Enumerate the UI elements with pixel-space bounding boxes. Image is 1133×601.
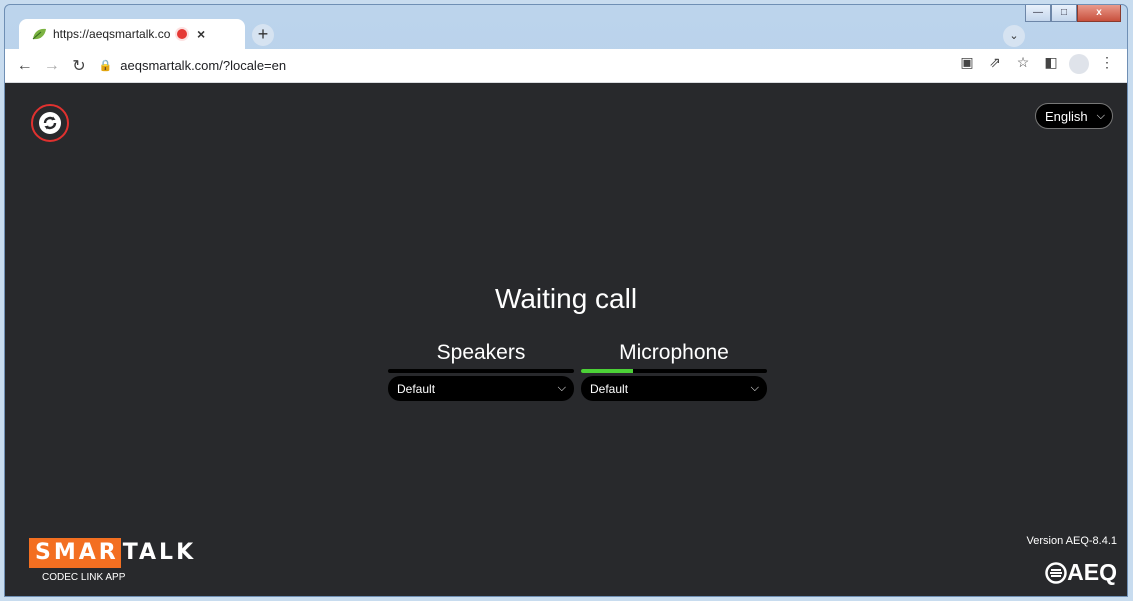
refresh-button[interactable] (31, 104, 69, 142)
leaf-favicon-icon (32, 28, 46, 40)
aeq-logo: AEQ (1045, 559, 1117, 586)
speakers-select[interactable]: Default ⌵ (388, 376, 574, 401)
chevron-down-icon: ⌵ (557, 382, 566, 394)
reload-icon[interactable]: ↻ (65, 56, 92, 76)
call-status-text: Waiting call (494, 283, 638, 314)
url-text: aeqsmartalk.com/?locale=en (120, 58, 287, 73)
side-panel-icon[interactable]: ◧ (1037, 54, 1065, 77)
new-tab-button[interactable]: + (252, 24, 274, 46)
browser-tab[interactable]: https://aeqsmartalk.com/?lo × (19, 19, 245, 49)
recording-indicator-icon (177, 29, 187, 39)
chevron-down-icon: ⌵ (750, 382, 759, 394)
version-text: Version AEQ-8.4.1 (1026, 535, 1118, 547)
share-icon[interactable]: ⇗ (981, 54, 1009, 77)
menu-kebab-icon[interactable]: ⋮ (1093, 54, 1121, 77)
microphone-select-value: Default (590, 381, 629, 396)
tab-close-icon[interactable]: × (197, 26, 205, 42)
tab-strip: https://aeqsmartalk.com/?lo × + ⌄ — □ x (5, 5, 1127, 49)
aeq-text: AEQ (1067, 559, 1117, 585)
aeq-emblem-icon (1045, 561, 1067, 584)
language-value: English (1045, 108, 1088, 124)
speakers-select-value: Default (397, 381, 436, 396)
tab-search-button[interactable]: ⌄ (1003, 25, 1025, 47)
language-select[interactable]: English ⌵ (1035, 103, 1113, 129)
minimize-button[interactable]: — (1025, 5, 1051, 22)
microphone-panel: Microphone Default ⌵ (581, 341, 767, 401)
browser-window: https://aeqsmartalk.com/?lo × + ⌄ — □ x … (4, 4, 1128, 597)
address-bar[interactable]: 🔒 aeqsmartalk.com/?locale=en (99, 52, 953, 80)
close-window-button[interactable]: x (1077, 5, 1121, 22)
camera-icon[interactable]: ▣ (953, 54, 981, 77)
logo-talk: TALK (122, 540, 197, 565)
bookmark-star-icon[interactable]: ☆ (1009, 54, 1037, 77)
app-content: English ⌵ Waiting call Speakers Default … (5, 83, 1127, 596)
microphone-level-meter (581, 369, 767, 373)
logo-tagline: CODEC LINK APP (42, 572, 126, 583)
speakers-label: Speakers (436, 341, 526, 364)
toolbar-icons: ▣ ⇗ ☆ ◧ ⋮ (953, 54, 1121, 77)
microphone-label: Microphone (619, 341, 729, 364)
chevron-down-icon: ⌵ (1096, 109, 1105, 122)
back-icon[interactable]: ← (11, 57, 38, 75)
microphone-level-fill (581, 369, 634, 373)
browser-toolbar: ← → ↻ 🔒 aeqsmartalk.com/?locale=en ▣ ⇗ ☆… (5, 49, 1127, 83)
forward-icon[interactable]: → (38, 57, 65, 75)
maximize-button[interactable]: □ (1051, 5, 1077, 22)
speakers-panel: Speakers Default ⌵ (388, 341, 574, 401)
logo-smar: SMAR (29, 538, 121, 568)
smartalk-logo: SMAR TALK CODEC LINK APP (29, 538, 196, 583)
lock-icon: 🔒 (98, 60, 113, 72)
tab-title: https://aeqsmartalk.com/?lo (53, 27, 171, 41)
refresh-icon (39, 112, 61, 134)
microphone-select[interactable]: Default ⌵ (581, 376, 767, 401)
speakers-level-meter (388, 369, 574, 373)
profile-avatar-icon[interactable] (1065, 54, 1093, 77)
window-controls: — □ x (1025, 5, 1121, 22)
